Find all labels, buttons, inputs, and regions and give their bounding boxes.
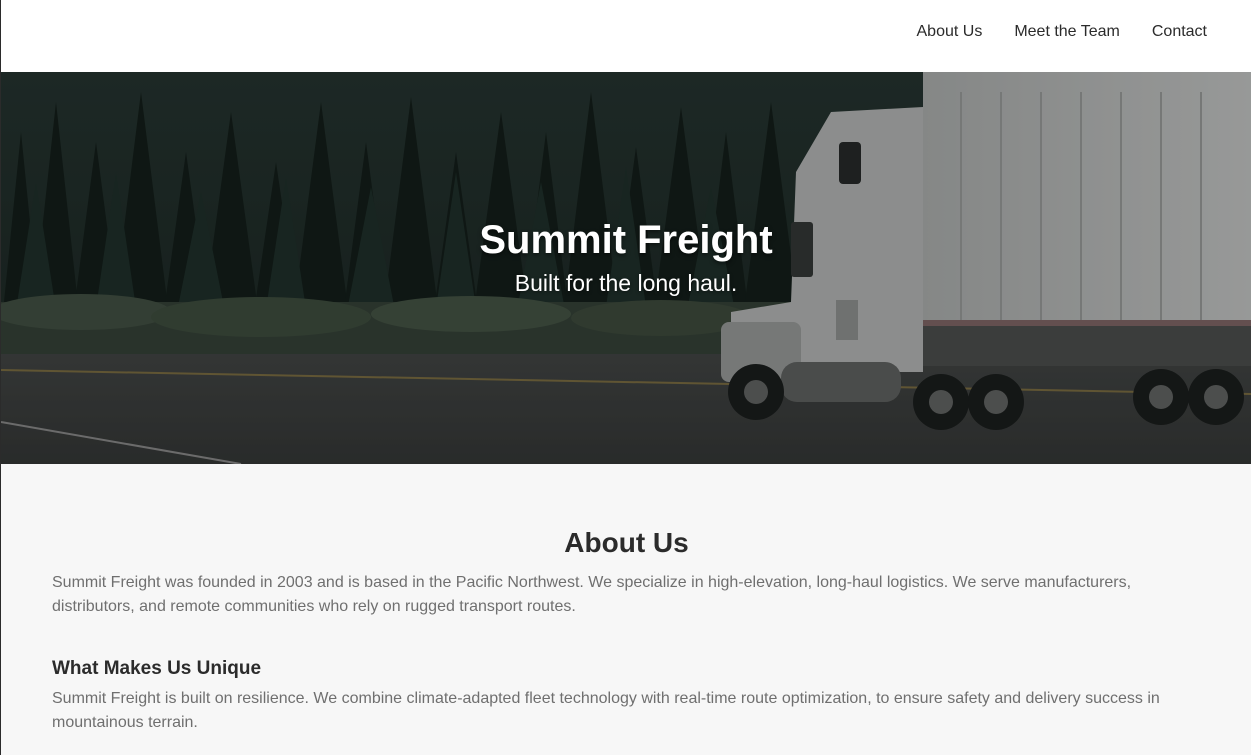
hero-banner: Summit Freight Built for the long haul. [1,72,1251,464]
top-navigation-bar: About Us Meet the Team Contact [1,0,1251,72]
about-title: About Us [564,527,689,558]
hero-subtitle: Built for the long haul. [514,270,738,296]
nav-link-contact[interactable]: Contact [1152,22,1207,42]
about-paragraph: Summit Freight was founded in 2003 and i… [52,574,1132,615]
nav-link-meet-the-team[interactable]: Meet the Team [1014,22,1120,42]
main-nav: About Us Meet the Team Contact [917,22,1208,42]
hero-text-block: Summit Freight Built for the long haul. [1,216,1251,298]
page: About Us Meet the Team Contact Summit Fr… [0,0,1251,755]
unique-title: What Makes Us Unique [52,658,262,679]
hero-title: Summit Freight [479,218,773,262]
nav-link-about-us[interactable]: About Us [917,22,983,42]
unique-paragraph: Summit Freight is built on resilience. W… [52,690,1160,731]
about-section: About Us Summit Freight was founded in 2… [1,464,1251,755]
